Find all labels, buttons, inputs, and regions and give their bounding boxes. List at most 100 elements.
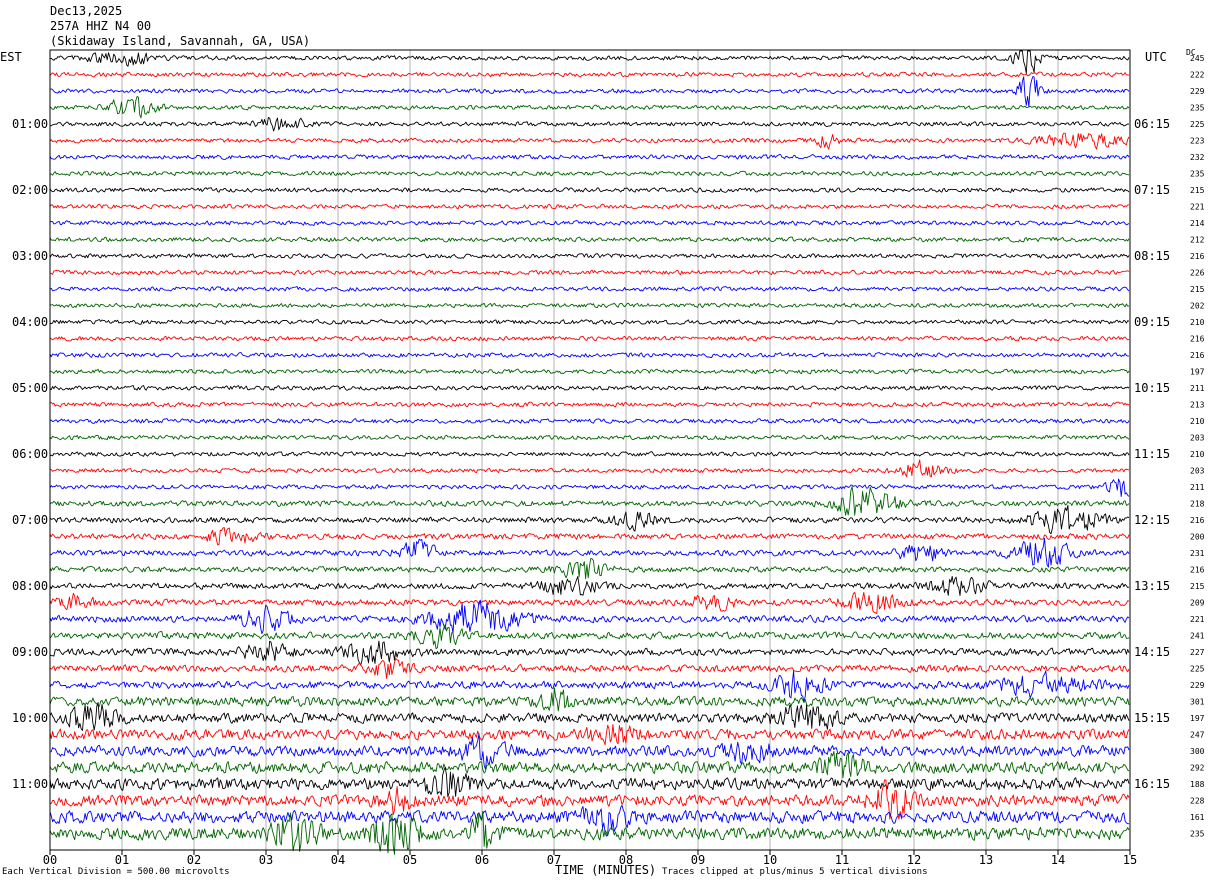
- dc-offset-label: 300: [1190, 747, 1205, 756]
- left-time-label: 10:00: [12, 711, 48, 725]
- dc-offset-label: 215: [1190, 582, 1205, 591]
- dc-offset-label: 228: [1190, 797, 1205, 806]
- x-tick-label-14: 14: [1051, 853, 1065, 867]
- trace-line-32: [49, 575, 1130, 597]
- trace-line-5: [49, 132, 1130, 150]
- x-tick-label-02: 02: [187, 853, 201, 867]
- dc-offset-label: 301: [1190, 698, 1205, 707]
- dc-offset-label: 231: [1190, 549, 1205, 558]
- right-time-label: 14:15: [1134, 645, 1170, 659]
- dc-offset-label: 210: [1190, 318, 1205, 327]
- trace-line-41: [49, 723, 1130, 746]
- right-time-label: 13:15: [1134, 579, 1170, 593]
- dc-offset-label: 213: [1190, 401, 1205, 410]
- trace-line-35: [49, 624, 1130, 650]
- x-tick-label-09: 09: [691, 853, 705, 867]
- trace-line-28: [49, 504, 1130, 535]
- dc-offset-label: 223: [1190, 137, 1205, 146]
- seismic-traces: [49, 50, 1130, 855]
- trace-line-18: [49, 352, 1129, 358]
- trace-line-0: [49, 50, 1130, 75]
- dc-offset-label: 235: [1190, 170, 1205, 179]
- dc-offset-label: 200: [1190, 533, 1205, 542]
- dc-offset-label: 241: [1190, 632, 1205, 641]
- trace-line-37: [49, 658, 1130, 679]
- right-time-label: 06:15: [1134, 117, 1170, 131]
- dc-offset-label: 210: [1190, 417, 1205, 426]
- left-time-label: 05:00: [12, 381, 48, 395]
- trace-line-14: [49, 286, 1130, 292]
- right-time-label: 07:15: [1134, 183, 1170, 197]
- trace-line-42: [49, 733, 1130, 770]
- trace-line-25: [49, 459, 1130, 478]
- dc-offset-label: 229: [1190, 681, 1205, 690]
- trace-line-9: [49, 203, 1130, 210]
- trace-line-38: [49, 670, 1130, 703]
- left-time-label: 01:00: [12, 117, 48, 131]
- trace-line-17: [49, 335, 1130, 342]
- dc-offset-label: 216: [1190, 566, 1205, 575]
- trace-line-4: [50, 116, 1130, 132]
- right-time-label: 10:15: [1134, 381, 1170, 395]
- trace-line-39: [49, 687, 1130, 712]
- x-tick-label-15: 15: [1123, 853, 1137, 867]
- x-tick-label-13: 13: [979, 853, 993, 867]
- left-time-label: 06:00: [12, 447, 48, 461]
- dc-offset-label: 209: [1190, 599, 1205, 608]
- scale-note: Each Vertical Division = 500.00 microvol…: [2, 867, 230, 877]
- left-time-label: 09:00: [12, 645, 48, 659]
- dc-offset-label: 197: [1190, 368, 1205, 377]
- right-time-label: 16:15: [1134, 777, 1170, 791]
- dc-offset-label: 221: [1190, 203, 1205, 212]
- trace-line-3: [49, 95, 1130, 119]
- trace-line-21: [49, 401, 1130, 408]
- trace-line-46: [49, 804, 1130, 837]
- x-tick-label-11: 11: [835, 853, 849, 867]
- trace-line-27: [49, 486, 1130, 516]
- x-tick-label-00: 00: [43, 853, 57, 867]
- right-time-label: 11:15: [1134, 447, 1170, 461]
- dc-offset-label: 218: [1190, 500, 1205, 509]
- x-tick-label-06: 06: [475, 853, 489, 867]
- trace-line-36: [49, 640, 1130, 666]
- trace-line-30: [49, 537, 1130, 568]
- dc-offset-label: 212: [1190, 236, 1205, 245]
- trace-line-33: [49, 591, 1130, 615]
- left-time-label: 04:00: [12, 315, 48, 329]
- dc-offset-label: 197: [1190, 714, 1205, 723]
- right-time-label: 09:15: [1134, 315, 1170, 329]
- dc-offset-label: 188: [1190, 780, 1205, 789]
- trace-line-34: [49, 599, 1130, 635]
- x-tick-label-04: 04: [331, 853, 345, 867]
- trace-line-7: [49, 170, 1130, 177]
- dc-offset-label: 229: [1190, 87, 1205, 96]
- dc-offset-label: 216: [1190, 252, 1205, 261]
- x-axis-title: TIME (MINUTES): [555, 863, 657, 877]
- trace-line-22: [49, 418, 1130, 424]
- trace-line-40: [49, 702, 1130, 731]
- dc-offset-label: 203: [1190, 467, 1205, 476]
- trace-line-10: [49, 220, 1130, 226]
- dc-offset-label: 216: [1190, 335, 1205, 344]
- trace-line-24: [49, 451, 1130, 457]
- dc-offset-label: 211: [1190, 384, 1205, 393]
- trace-line-1: [49, 71, 1130, 78]
- trace-line-11: [49, 236, 1130, 243]
- dc-offset-label: 211: [1190, 483, 1205, 492]
- trace-line-13: [50, 269, 1130, 276]
- trace-line-19: [49, 368, 1130, 375]
- dc-offset-label: 203: [1190, 434, 1205, 443]
- dc-offset-label: 216: [1190, 516, 1205, 525]
- trace-line-15: [49, 302, 1130, 309]
- right-time-label: 08:15: [1134, 249, 1170, 263]
- dc-offset-label: 215: [1190, 285, 1205, 294]
- dc-offset-label: 225: [1190, 665, 1205, 674]
- dc-offset-label: 215: [1190, 186, 1205, 195]
- trace-line-23: [49, 434, 1130, 441]
- left-time-label: 03:00: [12, 249, 48, 263]
- dc-offset-label: 161: [1190, 813, 1205, 822]
- trace-line-43: [49, 750, 1130, 779]
- dc-offset-label: 225: [1190, 120, 1205, 129]
- dc-offset-label: 247: [1190, 731, 1205, 740]
- trace-line-31: [49, 558, 1130, 580]
